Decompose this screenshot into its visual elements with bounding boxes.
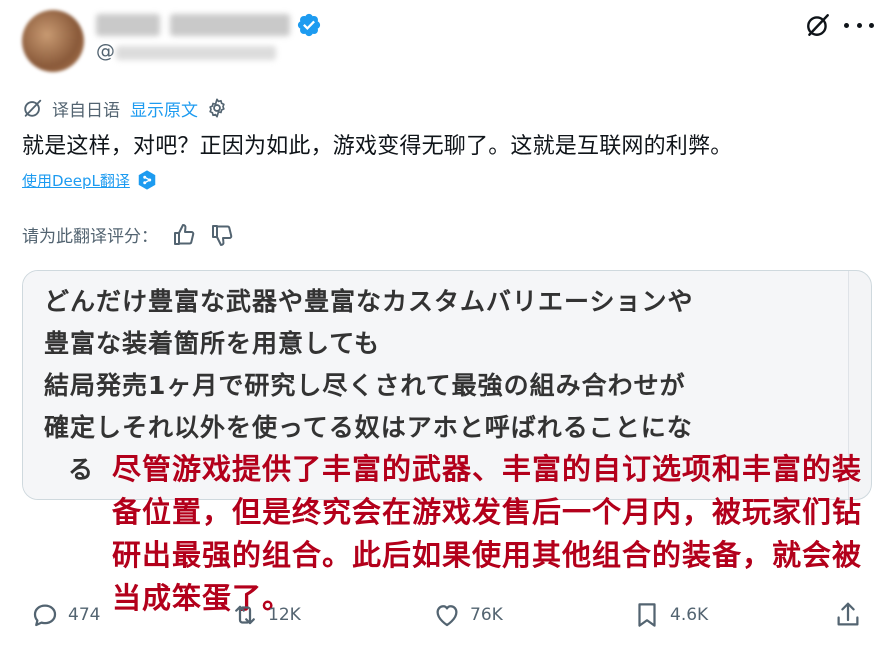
gear-icon[interactable] [206,97,228,119]
image-japanese-line: どんだけ豊富な武器や豊富なカスタムバリエーションや [44,287,694,316]
bookmark-button[interactable]: 4.6K [632,600,708,630]
repost-icon [235,605,255,625]
avatar[interactable] [22,10,84,72]
grok-translate-icon [24,99,42,117]
translation-rating: 请为此翻译评分： [22,222,234,247]
reply-button[interactable]: 474 [30,600,100,630]
like-count: 76K [470,605,503,625]
share-icon [837,602,859,626]
image-chinese-overlay: 尽管游戏提供了丰富的武器、丰富的自订选项和丰富的装备位置，但是终究会在游戏发售后… [112,452,863,615]
grok-icon[interactable] [805,12,831,38]
thumbs-down-icon[interactable] [210,223,234,247]
image-japanese-line: 結局発売1ヶ月で研究し尽くされて最強の組み合わせが [44,371,686,400]
display-name-redacted-2[interactable] [170,14,290,36]
image-japanese-line: 豊富な装着箇所を用意しても [44,329,381,358]
translation-source-label: 译自日语 [52,100,120,121]
tweet-text: 就是这样，对吧？正因为如此，游戏变得无聊了。这就是互联网的利弊。 [22,134,733,159]
thumbs-up-icon[interactable] [172,223,196,247]
reply-count: 474 [68,605,101,625]
translation-info: 译自日语 显示原文 [22,96,228,121]
deepl-link[interactable]: 使用DeepL翻译 [22,170,130,191]
display-name-redacted[interactable] [96,14,160,36]
more-options-icon[interactable] [844,12,874,38]
handle-redacted[interactable] [116,46,276,60]
like-button[interactable]: 76K [432,600,503,630]
bookmark-count: 4.6K [670,605,709,625]
action-bar: 474 12K 76K 4.6K [0,600,895,640]
share-button[interactable] [833,600,863,630]
rating-label: 请为此翻译评分： [22,227,158,247]
handle-prefix[interactable]: @ [96,40,115,62]
image-japanese-line: 確定しそれ以外を使ってる奴はアホと呼ばれることにな [44,413,693,442]
repost-button[interactable]: 12K [230,600,301,630]
repost-count: 12K [268,605,301,625]
show-original-link[interactable]: 显示原文 [130,96,198,121]
reply-icon [33,604,57,627]
image-japanese-line: る [68,455,95,484]
heart-icon [436,605,458,627]
deepl-logo-icon [138,170,156,190]
verified-badge-icon [297,13,321,37]
bookmark-icon [638,603,656,627]
deepl-credit[interactable]: 使用DeepL翻译 [22,169,158,191]
